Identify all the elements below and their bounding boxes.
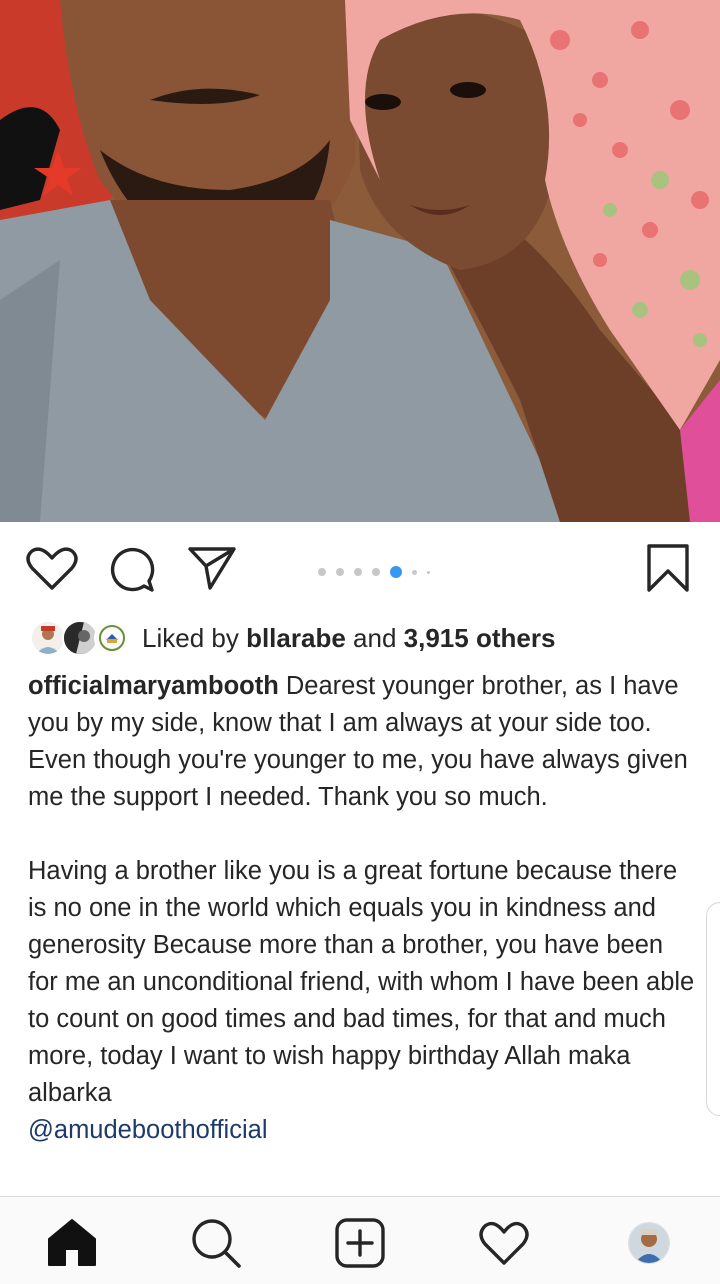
likes-summary[interactable]: Liked by bllarabe and 3,915 others bbox=[30, 618, 710, 658]
carousel-dot bbox=[427, 570, 430, 574]
post-photo[interactable] bbox=[0, 0, 720, 522]
search-icon bbox=[192, 1219, 241, 1268]
comment-bubble-icon[interactable] bbox=[108, 546, 156, 599]
scroll-handle[interactable] bbox=[706, 902, 720, 1116]
nav-activity[interactable] bbox=[478, 1217, 530, 1269]
likes-count[interactable]: 3,915 others bbox=[404, 623, 556, 653]
nav-new-post[interactable] bbox=[334, 1217, 386, 1269]
carousel-dot bbox=[412, 569, 417, 575]
liker-avatar bbox=[62, 620, 98, 656]
carousel-dot bbox=[354, 568, 362, 576]
bottom-navigation bbox=[0, 1196, 720, 1284]
caption-text: Having a brother like you is a great for… bbox=[28, 857, 695, 1107]
carousel-dot bbox=[336, 568, 344, 576]
caption-paragraph: Having a brother like you is a great for… bbox=[28, 853, 696, 1149]
likes-and: and bbox=[353, 623, 397, 653]
home-filled-icon bbox=[48, 1219, 96, 1266]
carousel-dot bbox=[318, 568, 326, 576]
liker-avatar bbox=[94, 620, 130, 656]
carousel-indicator bbox=[318, 566, 438, 578]
carousel-dot bbox=[390, 566, 402, 578]
heart-outline-icon[interactable] bbox=[26, 546, 78, 597]
likes-prefix: Liked by bbox=[142, 623, 239, 653]
liker-username[interactable]: bllarabe bbox=[246, 623, 346, 653]
likes-text[interactable]: Liked by bllarabe and 3,915 others bbox=[142, 622, 555, 654]
liker-avatar bbox=[30, 620, 66, 656]
post-photo-illustration bbox=[0, 0, 720, 522]
caption-username[interactable]: officialmaryambooth bbox=[28, 672, 279, 700]
carousel-dot bbox=[372, 568, 380, 576]
post-caption: officialmaryambooth Dearest younger brot… bbox=[28, 668, 696, 1149]
plus-square-icon bbox=[335, 1218, 385, 1268]
caption-paragraph: officialmaryambooth Dearest younger brot… bbox=[28, 668, 696, 816]
mention-link[interactable]: @amudeboothofficial bbox=[28, 1112, 268, 1149]
bookmark-icon[interactable] bbox=[646, 544, 690, 597]
paper-plane-icon[interactable] bbox=[188, 546, 236, 595]
nav-search[interactable] bbox=[190, 1217, 242, 1269]
nav-home[interactable] bbox=[46, 1217, 98, 1269]
nav-profile-avatar[interactable] bbox=[628, 1222, 670, 1264]
heart-outline-icon bbox=[479, 1221, 529, 1265]
